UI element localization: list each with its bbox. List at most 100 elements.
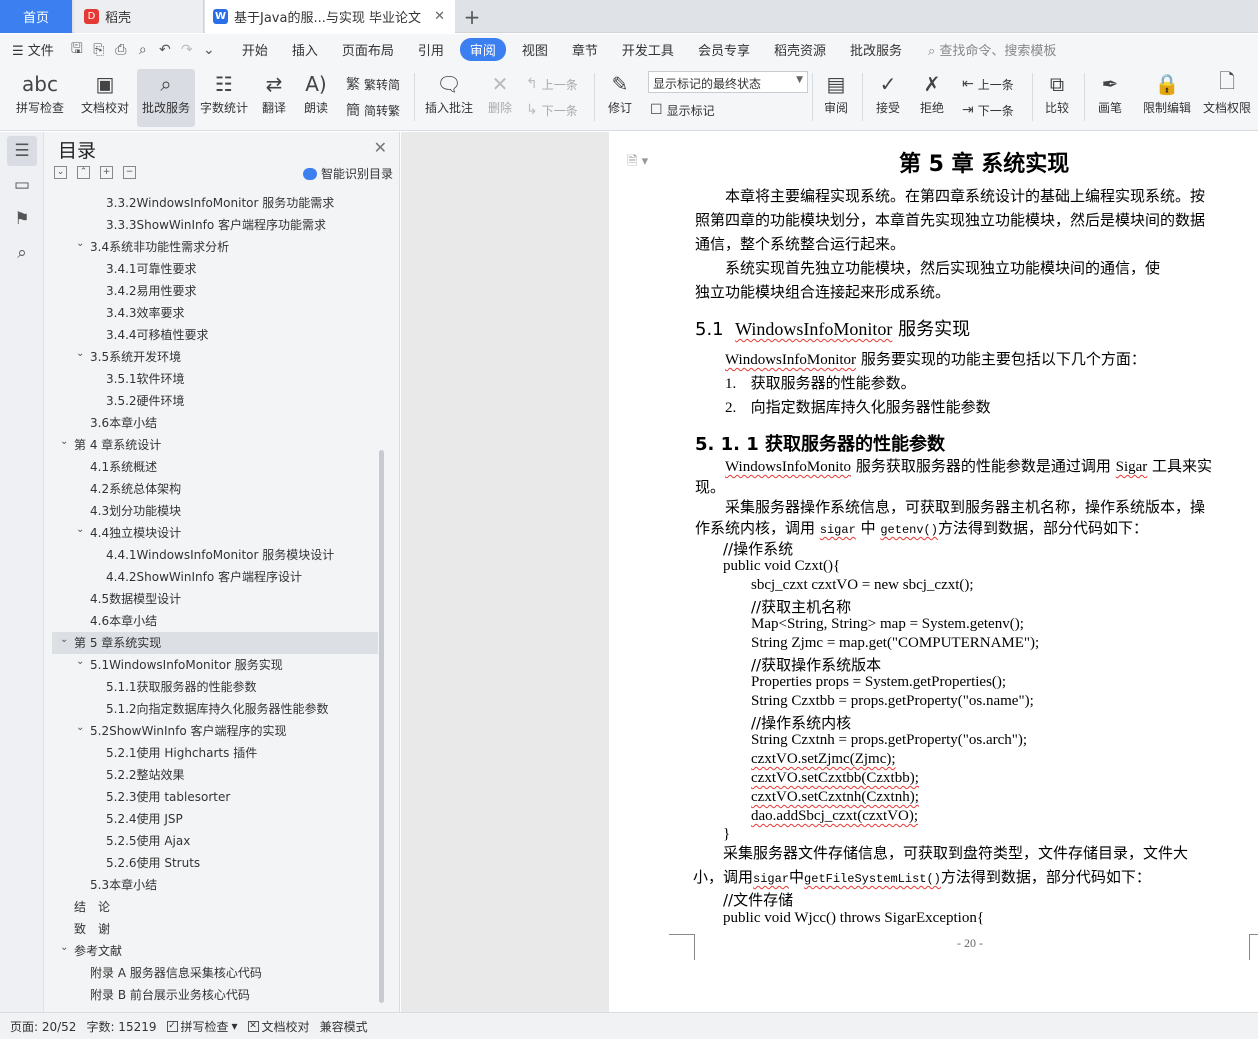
markup-mode-select[interactable]: 显示标记的最终状态 ▼	[648, 71, 808, 93]
read-aloud-button[interactable]: A) 朗读	[298, 69, 334, 127]
toc-item[interactable]: 结 论	[52, 896, 378, 918]
toc-item[interactable]: 4.1系统概述	[52, 456, 378, 478]
word-count-indicator[interactable]: 字数: 15219	[86, 1018, 156, 1035]
redo-icon[interactable]: ↷	[176, 42, 198, 58]
chevron-down-icon[interactable]: ⌄	[76, 343, 84, 365]
toc-item[interactable]: ⌄ 5.2ShowWinInfo 客户端程序的实现	[52, 720, 378, 742]
customize-icon[interactable]: ⌄	[198, 42, 220, 58]
print-icon[interactable]: ⎙	[110, 42, 132, 58]
toc-item[interactable]: ⌄ 3.5系统开发环境	[52, 346, 378, 368]
tab-document[interactable]: W 基于Java的服...与实现 毕业论文 ✕	[205, 0, 455, 33]
menu-view[interactable]: 视图	[510, 40, 560, 59]
page-menu-icon[interactable]: 🗎 ▾	[627, 152, 648, 174]
remove-heading-icon[interactable]: −	[123, 166, 136, 179]
toc-item[interactable]: 5.3本章小结	[52, 874, 378, 896]
find-icon[interactable]: ⌕	[7, 238, 37, 268]
toc-item[interactable]: 4.3划分功能模块	[52, 500, 378, 522]
proofread-button[interactable]: ▣ 文档校对	[76, 69, 134, 127]
chevron-down-icon[interactable]: ⌄	[76, 717, 84, 739]
tab-daoke[interactable]: D 稻壳	[74, 0, 204, 33]
track-changes-button[interactable]: ✎ 修订	[600, 69, 640, 127]
toc-item[interactable]: 3.4.4可移植性要求	[52, 324, 378, 346]
delete-comment-button[interactable]: ✕ 删除	[480, 69, 520, 127]
menu-dev-tools[interactable]: 开发工具	[610, 40, 686, 59]
toc-scrollbar[interactable]	[379, 450, 384, 1003]
review-pane-button[interactable]: ▤ 审阅	[816, 69, 856, 127]
spell-check-button[interactable]: abc 拼写检查	[8, 69, 72, 127]
menu-daoke-resources[interactable]: 稻壳资源	[762, 40, 838, 59]
chevron-down-icon[interactable]: ⌄	[60, 431, 68, 453]
toc-item[interactable]: 3.5.1软件环境	[52, 368, 378, 390]
chevron-down-icon[interactable]: ⌄	[60, 629, 68, 651]
toc-item[interactable]: 3.5.2硬件环境	[52, 390, 378, 412]
toc-item[interactable]: ⌄ 参考文献	[52, 940, 378, 962]
toc-item[interactable]: 4.4.2ShowWinInfo 客户端程序设计	[52, 566, 378, 588]
expand-all-icon[interactable]: ⌄	[54, 166, 67, 179]
spell-check-toggle[interactable]: ✓ 拼写检查 ▾	[166, 1018, 238, 1035]
toc-item[interactable]: ⌄ 5.1WindowsInfoMonitor 服务实现	[52, 654, 378, 676]
trad-to-simp-button[interactable]: 繁繁转简	[346, 73, 400, 95]
translate-button[interactable]: ⇄ 翻译	[254, 69, 294, 127]
smart-toc-button[interactable]: 智能识别目录	[302, 165, 393, 182]
pen-button[interactable]: ✒ 画笔	[1090, 69, 1130, 127]
toc-item[interactable]: 5.1.1获取服务器的性能参数	[52, 676, 378, 698]
compare-button[interactable]: ⧉ 比较	[1036, 69, 1078, 127]
close-icon[interactable]: ✕	[374, 138, 387, 157]
preview-icon[interactable]: ⌕	[132, 42, 154, 58]
toc-item[interactable]: 4.5数据模型设计	[52, 588, 378, 610]
toc-item[interactable]: 致 谢	[52, 918, 378, 940]
toc-panel-icon[interactable]: ☰	[7, 136, 37, 166]
toc-item[interactable]: 3.4.2易用性要求	[52, 280, 378, 302]
toc-item[interactable]: 5.2.4使用 JSP	[52, 808, 378, 830]
undo-icon[interactable]: ↶	[154, 42, 176, 58]
menu-insert[interactable]: 插入	[280, 40, 330, 59]
simp-to-trad-button[interactable]: 簡简转繁	[346, 99, 400, 121]
correction-service-button[interactable]: ⌕ 批改服务	[137, 69, 195, 127]
toc-item[interactable]: 5.2.2整站效果	[52, 764, 378, 786]
prev-change-button[interactable]: ⇤ 上一条	[962, 73, 1014, 95]
reject-button[interactable]: ✗ 拒绝	[912, 69, 952, 127]
toc-item[interactable]: 附录 A 服务器信息采集核心代码	[52, 962, 378, 984]
toc-item[interactable]: ⌄ 3.4系统非功能性需求分析	[52, 236, 378, 258]
toc-item[interactable]: 5.2.3使用 tablesorter	[52, 786, 378, 808]
chevron-down-icon[interactable]: ⌄	[76, 651, 84, 673]
next-change-button[interactable]: ⇥ 下一条	[962, 99, 1014, 121]
toc-item[interactable]: ⌄ 4.4独立模块设计	[52, 522, 378, 544]
add-heading-icon[interactable]: +	[100, 166, 113, 179]
command-search[interactable]: ⌕ 查找命令、搜索模板	[928, 40, 1056, 59]
toc-item[interactable]: ⌄ 第 4 章系统设计	[52, 434, 378, 456]
toc-item[interactable]: 附录 B 前台展示业务核心代码	[52, 984, 378, 1006]
toc-item[interactable]: 4.6本章小结	[52, 610, 378, 632]
menu-review[interactable]: 审阅	[459, 38, 506, 61]
toc-item[interactable]: 3.6本章小结	[52, 412, 378, 434]
export-pdf-icon[interactable]: ⎘	[88, 42, 110, 58]
toc-item[interactable]: 3.4.3效率要求	[52, 302, 378, 324]
toc-item[interactable]: ⌄ 第 5 章系统实现	[52, 632, 378, 654]
menu-start[interactable]: 开始	[230, 40, 280, 59]
toc-item[interactable]: 4.4.1WindowsInfoMonitor 服务模块设计	[52, 544, 378, 566]
insert-comment-button[interactable]: 🗨 插入批注	[420, 69, 478, 127]
toc-item[interactable]: 3.3.3ShowWinInfo 客户端程序功能需求	[52, 214, 378, 236]
proofread-toggle[interactable]: ✕ 文档校对	[247, 1018, 310, 1035]
show-markup-button[interactable]: ☐ 显示标记	[650, 99, 715, 121]
menu-member[interactable]: 会员专享	[686, 40, 762, 59]
toc-item[interactable]: 5.2.6使用 Struts	[52, 852, 378, 874]
toc-item[interactable]: 5.2.5使用 Ajax	[52, 830, 378, 852]
file-menu[interactable]: ☰ 文件	[0, 40, 66, 59]
word-count-button[interactable]: ☷ 字数统计	[198, 69, 250, 127]
collapse-all-icon[interactable]: ⌃	[77, 166, 90, 179]
chapter-nav-icon[interactable]: ▭	[7, 170, 37, 200]
tab-home[interactable]: 首页	[0, 0, 72, 33]
accept-button[interactable]: ✓ 接受	[868, 69, 908, 127]
next-comment-button[interactable]: ↳ 下一条	[526, 99, 578, 121]
toc-item[interactable]: 3.3.2WindowsInfoMonitor 服务功能需求	[52, 192, 378, 214]
menu-reference[interactable]: 引用	[406, 40, 456, 59]
chevron-down-icon[interactable]: ⌄	[60, 937, 68, 959]
toc-item[interactable]: 5.2.1使用 Highcharts 插件	[52, 742, 378, 764]
doc-permission-button[interactable]: 🗋 文档权限	[1200, 69, 1254, 127]
menu-layout[interactable]: 页面布局	[330, 40, 406, 59]
restrict-edit-button[interactable]: 🔒 限制编辑	[1140, 69, 1194, 127]
page-indicator[interactable]: 页面: 20/52	[10, 1018, 76, 1035]
prev-comment-button[interactable]: ↰ 上一条	[526, 73, 578, 95]
document-page[interactable]: 🗎 ▾ 第 5 章 系统实现 本章将主要编程实现系统。在第四章系统设计的基础上编…	[609, 132, 1258, 1012]
